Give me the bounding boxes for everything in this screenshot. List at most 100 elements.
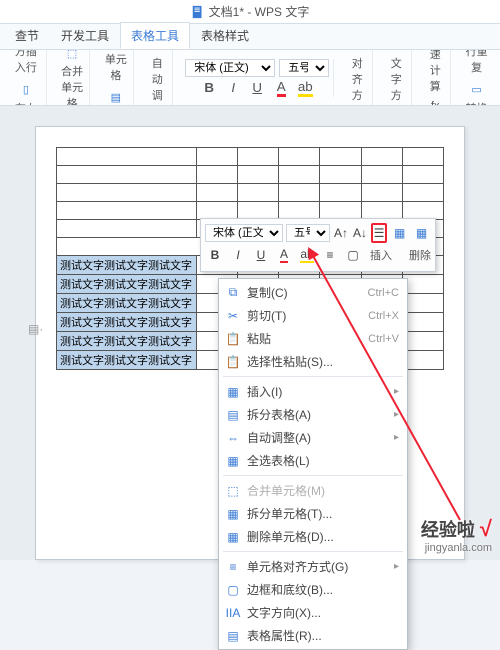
- table-cell[interactable]: [402, 332, 443, 351]
- margin-options-icon[interactable]: ▤·: [28, 322, 43, 336]
- table-cell[interactable]: [320, 184, 361, 202]
- insert-col-right-button[interactable]: ▯在右侧插入列: [10, 79, 42, 107]
- mini-bold-button[interactable]: B: [205, 245, 225, 265]
- table-cell[interactable]: [57, 184, 197, 202]
- font-color-button[interactable]: A: [271, 79, 291, 97]
- table-cell[interactable]: [402, 148, 443, 166]
- title-repeat-button[interactable]: ▦标题行重复: [463, 50, 490, 77]
- table-cell[interactable]: [197, 184, 238, 202]
- mini-align-button[interactable]: ≡: [320, 245, 340, 265]
- mini-delete-button[interactable]: ▦: [412, 223, 431, 243]
- table-cell[interactable]: 测试文字测试文字测试文字: [57, 351, 197, 370]
- split-table-button[interactable]: ▤拆分表格: [102, 87, 129, 107]
- table-cell[interactable]: [402, 313, 443, 332]
- table-cell[interactable]: [57, 148, 197, 166]
- table-cell[interactable]: [402, 202, 443, 220]
- mini-font-color-button[interactable]: A: [274, 245, 294, 265]
- table-cell[interactable]: 测试文字测试文字测试文字: [57, 294, 197, 313]
- table-cell[interactable]: [197, 202, 238, 220]
- table-cell[interactable]: [197, 148, 238, 166]
- convert-text-button[interactable]: ▭转换成文本: [463, 79, 490, 107]
- autofit-button[interactable]: ⇔自动调整: [146, 50, 168, 106]
- table-cell[interactable]: [238, 148, 279, 166]
- ribbon-tabs: 查节 开发工具 表格工具 表格样式: [0, 24, 500, 50]
- table-cell[interactable]: [361, 184, 402, 202]
- table-cell[interactable]: [402, 275, 443, 294]
- table-cell[interactable]: [402, 294, 443, 313]
- mini-border-button[interactable]: ▢: [343, 245, 363, 265]
- table-cell[interactable]: [279, 166, 320, 184]
- menu-item-insert[interactable]: ▦插入(I)▸: [219, 380, 407, 403]
- tab-developer[interactable]: 开发工具: [50, 22, 120, 49]
- font-size-select[interactable]: 五号: [279, 59, 329, 77]
- mini-shrink-font-button[interactable]: A↓: [352, 223, 368, 243]
- mini-highlight-button[interactable]: ab: [297, 245, 317, 265]
- menu-item-shortcut: Ctrl+C: [368, 287, 399, 299]
- tab-section[interactable]: 查节: [4, 22, 50, 49]
- table-cell[interactable]: [238, 202, 279, 220]
- split-cell-icon: ▦: [225, 506, 241, 522]
- tab-table-tools[interactable]: 表格工具: [120, 22, 190, 49]
- table-cell[interactable]: [57, 202, 197, 220]
- table-cell[interactable]: [238, 184, 279, 202]
- menu-item-label: 单元格对齐方式(G): [247, 558, 388, 575]
- table-cell[interactable]: 测试文字测试文字测试文字: [57, 313, 197, 332]
- menu-item-paste-special[interactable]: 📋选择性粘贴(S)...: [219, 350, 407, 373]
- table-cell[interactable]: [238, 166, 279, 184]
- table-cell[interactable]: [320, 202, 361, 220]
- table-cell[interactable]: [402, 184, 443, 202]
- menu-item-delete-cell[interactable]: ▦删除单元格(D)...: [219, 525, 407, 548]
- table-cell[interactable]: [320, 166, 361, 184]
- table-cell[interactable]: [402, 351, 443, 370]
- mini-insert-button[interactable]: ▦: [390, 223, 409, 243]
- table-cell[interactable]: [361, 202, 402, 220]
- menu-item-split-table[interactable]: ▤拆分表格(A)▸: [219, 403, 407, 426]
- mini-indent-button[interactable]: ☰: [371, 223, 387, 243]
- table-cell[interactable]: [361, 166, 402, 184]
- table-cell[interactable]: 测试文字测试文字测试文字: [57, 332, 197, 351]
- table-cell[interactable]: [279, 184, 320, 202]
- table-cell[interactable]: 测试文字测试文字测试文字: [57, 275, 197, 294]
- menu-item-border[interactable]: ▢边框和底纹(B)...: [219, 578, 407, 601]
- menu-item-text-dir[interactable]: IIA文字方向(X)...: [219, 601, 407, 624]
- quick-calc-button[interactable]: Σ快速计算: [424, 50, 446, 96]
- table-cell[interactable]: [279, 148, 320, 166]
- mini-font-size[interactable]: 五号: [286, 224, 330, 242]
- text-direction-button[interactable]: IIA文字方向: [385, 50, 407, 106]
- italic-button[interactable]: I: [223, 79, 243, 97]
- table-cell[interactable]: [197, 166, 238, 184]
- font-name-select[interactable]: 宋体 (正文): [185, 59, 275, 77]
- table-cell[interactable]: [402, 166, 443, 184]
- formula-button[interactable]: fx 公式: [424, 98, 446, 106]
- mini-font-name[interactable]: 宋体 (正文): [205, 224, 283, 242]
- menu-item-align[interactable]: ≡单元格对齐方式(G)▸: [219, 555, 407, 578]
- props-icon: ▤: [225, 628, 241, 644]
- table-cell[interactable]: [320, 148, 361, 166]
- table-cell[interactable]: [279, 202, 320, 220]
- mini-grow-font-button[interactable]: A↑: [333, 223, 349, 243]
- menu-item-autofit[interactable]: ⇔自动调整(A)▸: [219, 426, 407, 449]
- menu-item-split-cell[interactable]: ▦拆分单元格(T)...: [219, 502, 407, 525]
- table-cell[interactable]: [57, 220, 197, 238]
- merge-cells-button[interactable]: ⬚合并单元格: [59, 50, 86, 106]
- table-cell[interactable]: [361, 148, 402, 166]
- highlight-button[interactable]: ab: [295, 79, 315, 97]
- menu-item-select-all[interactable]: ▦全选表格(L): [219, 449, 407, 472]
- underline-button[interactable]: U: [247, 79, 267, 97]
- paste-special-icon: 📋: [225, 354, 241, 370]
- split-cells-button[interactable]: ▦拆分单元格: [102, 50, 129, 85]
- mini-fontcolor-icon: A: [280, 247, 288, 263]
- mini-italic-button[interactable]: I: [228, 245, 248, 265]
- table-cell[interactable]: [57, 166, 197, 184]
- align-button[interactable]: ≡对齐方式: [346, 50, 368, 106]
- bold-button[interactable]: B: [199, 79, 219, 97]
- table-cell[interactable]: 测试文字测试文字测试文字: [57, 256, 197, 275]
- menu-item-copy[interactable]: ⧉复制(C)Ctrl+C: [219, 281, 407, 304]
- insert-row-above-button[interactable]: ▭在上方插入行: [10, 50, 42, 77]
- menu-item-cut[interactable]: ✂剪切(T)Ctrl+X: [219, 304, 407, 327]
- mini-underline-button[interactable]: U: [251, 245, 271, 265]
- menu-item-props[interactable]: ▤表格属性(R)...: [219, 624, 407, 647]
- tab-table-style[interactable]: 表格样式: [190, 22, 260, 49]
- menu-item-paste[interactable]: 📋粘贴Ctrl+V: [219, 327, 407, 350]
- menu-item-label: 自动调整(A): [247, 429, 388, 446]
